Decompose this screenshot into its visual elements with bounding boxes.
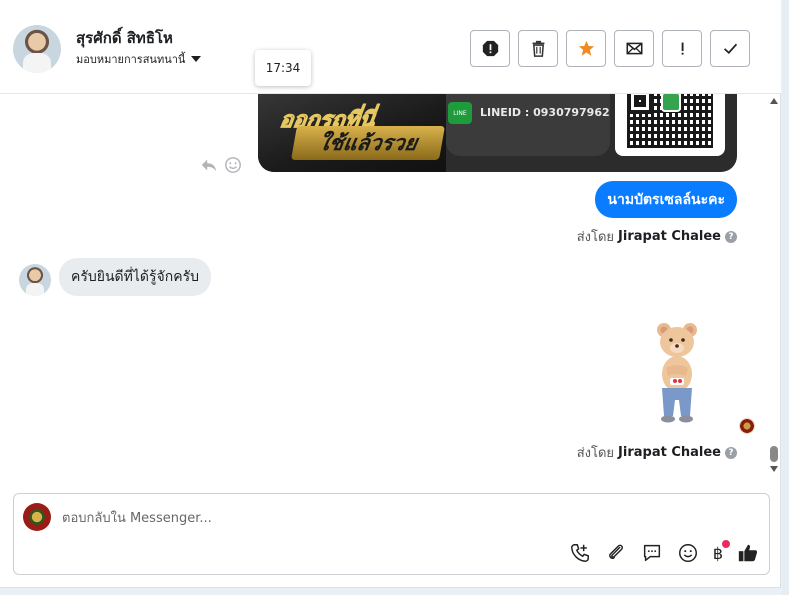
envelope-icon <box>626 42 642 55</box>
payment-button[interactable]: ฿ <box>712 539 730 563</box>
star-button[interactable] <box>566 30 606 67</box>
qr-code-panel <box>615 94 725 156</box>
sent-by-name: Jirapat Chalee <box>618 229 721 244</box>
chat-scrollbar[interactable] <box>767 94 781 482</box>
check-icon <box>723 43 737 54</box>
sent-by-prefix-2: ส่งโดย <box>576 446 615 461</box>
spam-icon <box>482 40 498 57</box>
page-avatar <box>23 503 51 531</box>
line-id-text: LINEID : 0930797962 <box>480 106 610 119</box>
emoji-icon[interactable] <box>677 542 699 564</box>
sent-by-line-2: ส่งโดย Jirapat Chalee ? <box>577 442 737 463</box>
incoming-message-bubble[interactable]: ครับยินดีที่ได้รู้จักครับ <box>59 258 211 296</box>
notification-dot <box>722 539 730 548</box>
card-banner: ออกรถที่นี่ ใช้แล้วรวย <box>258 94 446 172</box>
help-icon[interactable]: ? <box>725 230 737 243</box>
card-title-line2: ใช้แล้วรวย <box>291 126 445 160</box>
reply-composer: ฿ <box>13 493 770 575</box>
timestamp-tooltip: 17:34 <box>255 50 311 86</box>
like-icon[interactable] <box>737 542 759 564</box>
window-edge <box>782 0 789 595</box>
mark-unread-button[interactable] <box>614 30 654 67</box>
business-card-image[interactable]: ออกรถที่นี่ ใช้แล้วรวย LINE LINEID : 093… <box>258 94 737 172</box>
call-add-icon[interactable] <box>569 542 591 564</box>
reply-input[interactable] <box>62 509 662 527</box>
assign-label: มอบหมายการสนทนานี้ <box>76 53 186 66</box>
emoji-react-icon[interactable] <box>224 156 242 174</box>
contact-avatar-small[interactable] <box>19 264 51 296</box>
conversation-panel: สุรศักดิ์ สิทธิโห มอบหมายการสนทนานี้ 17:… <box>0 0 781 588</box>
message-tools <box>200 156 242 174</box>
line-logo-icon: LINE <box>448 102 472 124</box>
scroll-thumb[interactable] <box>770 446 778 462</box>
baht-icon: ฿ <box>712 543 723 563</box>
scroll-down-arrow-icon[interactable] <box>770 466 778 472</box>
star-icon <box>578 40 594 56</box>
comment-icon[interactable] <box>641 542 663 564</box>
contact-name[interactable]: สุรศักดิ์ สิทธิโห <box>76 26 173 50</box>
card-line-panel: LINE LINEID : 0930797962 <box>446 94 610 156</box>
sent-by-name-2: Jirapat Chalee <box>618 445 721 460</box>
caret-down-icon <box>191 56 202 62</box>
header-actions <box>470 30 750 67</box>
sent-by-line: ส่งโดย Jirapat Chalee ? <box>577 226 737 247</box>
scroll-up-arrow-icon[interactable] <box>770 98 778 104</box>
trash-icon <box>532 40 544 57</box>
mark-done-button[interactable] <box>710 30 750 67</box>
reply-icon[interactable] <box>200 156 218 174</box>
assign-conversation-dropdown[interactable]: มอบหมายการสนทนานี้ <box>76 50 202 68</box>
qr-code-icon <box>627 94 713 148</box>
teddy-bear-sticker[interactable] <box>652 318 702 428</box>
conversation-header: สุรศักดิ์ สิทธิโห มอบหมายการสนทนานี้ 17:… <box>0 0 781 94</box>
help-icon-2[interactable]: ? <box>725 446 737 459</box>
message-thread[interactable]: ออกรถที่นี่ ใช้แล้วรวย LINE LINEID : 093… <box>0 94 767 486</box>
mark-spam-button[interactable] <box>470 30 510 67</box>
outgoing-message-bubble[interactable]: นามบัตรเซลล์นะคะ <box>595 181 737 218</box>
contact-avatar[interactable] <box>13 25 61 73</box>
sent-by-prefix: ส่งโดย <box>576 230 615 245</box>
exclamation-icon <box>681 42 684 55</box>
follow-up-button[interactable] <box>662 30 702 67</box>
attach-icon[interactable] <box>605 542 627 564</box>
delete-button[interactable] <box>518 30 558 67</box>
seen-indicator-avatar <box>739 418 755 434</box>
composer-tools: ฿ <box>569 539 759 564</box>
